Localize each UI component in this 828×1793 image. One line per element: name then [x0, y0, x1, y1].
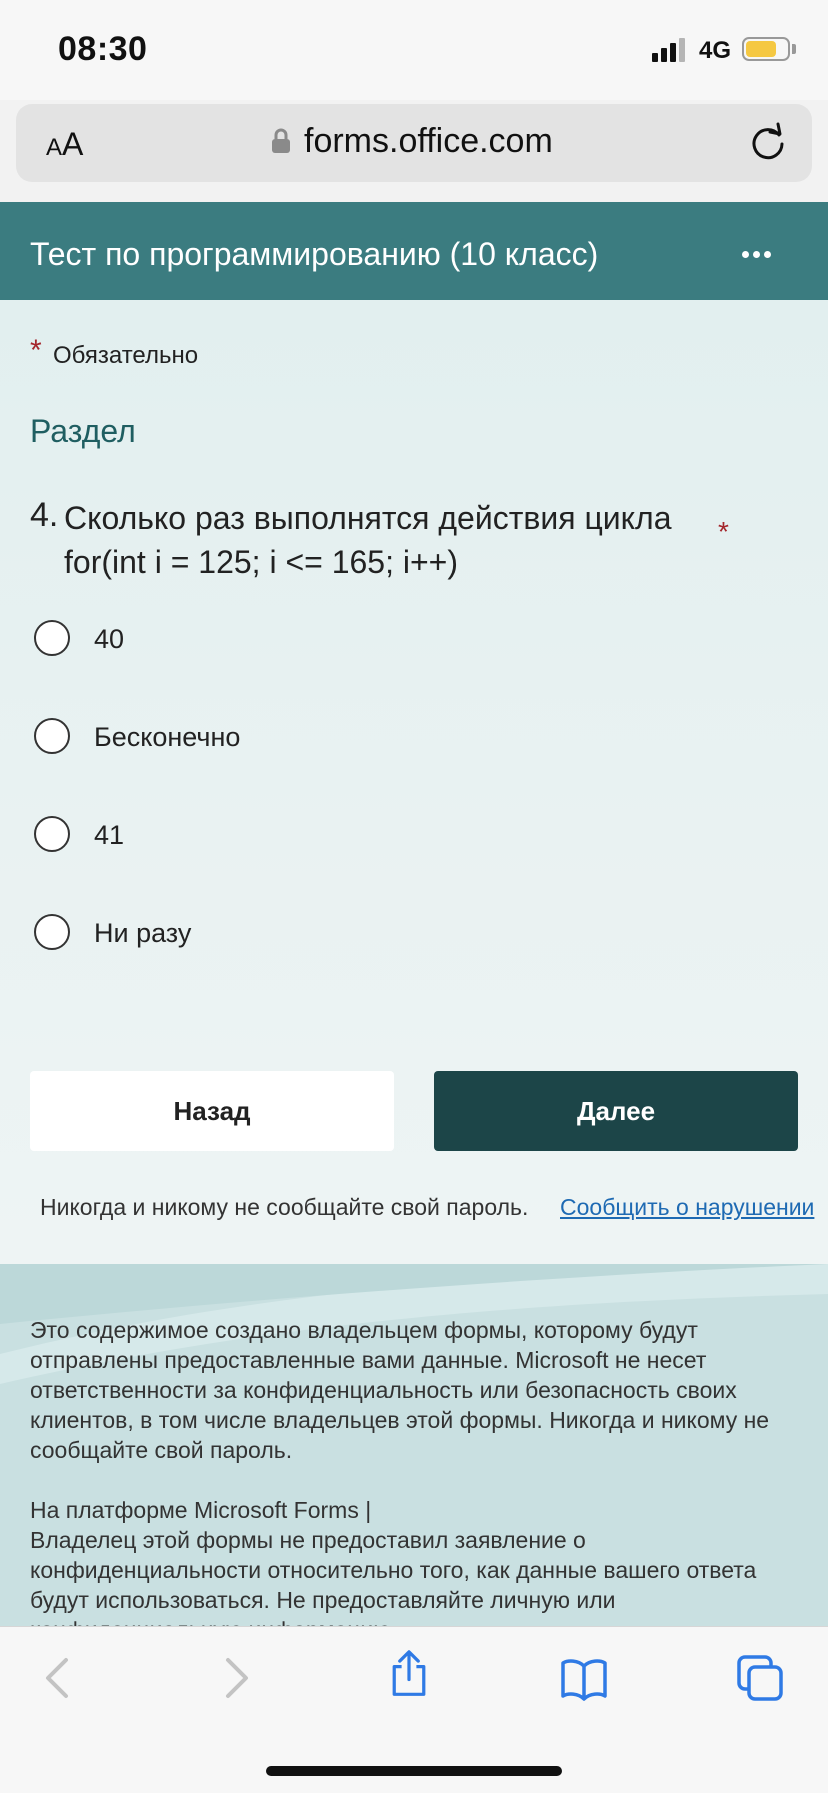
battery-tip: [792, 44, 796, 54]
footer-text-region: Это содержимое создано владельцем формы,…: [0, 1264, 828, 1626]
option-radio-3[interactable]: 41: [32, 812, 632, 862]
reload-icon[interactable]: [748, 122, 788, 162]
back-button[interactable]: Назад: [30, 1071, 394, 1151]
footer-platform: На платформе Microsoft Forms | Владелец …: [30, 1495, 800, 1626]
section-title: Раздел: [30, 413, 136, 449]
text-size-button[interactable]: AA: [46, 126, 83, 163]
option-label: Бесконечно: [94, 722, 241, 752]
battery-level-fill: [746, 41, 776, 57]
footer-privacy-note: Владелец этой формы не предоставил заявл…: [30, 1527, 757, 1626]
radio-button[interactable]: [34, 816, 70, 852]
radio-button[interactable]: [34, 620, 70, 656]
option-radio-1[interactable]: 40: [32, 616, 632, 666]
url-text[interactable]: forms.office.com: [304, 122, 553, 161]
tabs-icon[interactable]: [736, 1654, 784, 1702]
question-text-line: Сколько раз выполнятся действия цикла: [64, 500, 672, 536]
share-icon[interactable]: [385, 1650, 433, 1698]
text-size-small-glyph: A: [46, 134, 63, 161]
radio-button[interactable]: [34, 914, 70, 950]
question-required-asterisk: *: [718, 516, 729, 547]
question-number: 4.: [30, 496, 59, 534]
option-radio-2[interactable]: Бесконечно: [32, 714, 632, 764]
form-title: Тест по программированию (10 класс): [30, 236, 599, 272]
report-abuse-link[interactable]: Сообщить о нарушении: [560, 1194, 814, 1221]
option-radio-4[interactable]: Ни разу: [32, 910, 632, 960]
question-code-line: for(int i = 125; i <= 165; i++): [64, 544, 459, 580]
network-type: 4G: [699, 37, 732, 64]
next-button[interactable]: Далее: [434, 1071, 798, 1151]
question-text: Сколько раз выполнятся действия цикла fo…: [64, 496, 724, 584]
home-indicator: [266, 1766, 562, 1776]
required-asterisk: *: [30, 334, 42, 367]
battery-icon: [742, 37, 790, 61]
more-horizontal-icon[interactable]: [742, 251, 772, 259]
forward-arrow-icon[interactable]: [212, 1654, 260, 1702]
status-time: 08:30: [58, 30, 148, 68]
signal-strength-icon: [652, 38, 688, 62]
lock-icon: [272, 128, 290, 153]
option-label: 40: [94, 624, 125, 654]
radio-button[interactable]: [34, 718, 70, 754]
password-warning: Никогда и никому не сообщайте свой парол…: [40, 1194, 529, 1220]
option-label: Ни разу: [94, 918, 192, 948]
text-size-big-glyph: A: [62, 126, 84, 162]
back-arrow-icon[interactable]: [34, 1654, 82, 1702]
option-label: 41: [94, 820, 125, 850]
footer-disclaimer: Это содержимое создано владельцем формы,…: [30, 1317, 770, 1463]
bookmarks-icon[interactable]: [560, 1654, 608, 1702]
required-label: Обязательно: [53, 342, 199, 369]
footer-platform-line: На платформе Microsoft Forms |: [30, 1497, 372, 1523]
